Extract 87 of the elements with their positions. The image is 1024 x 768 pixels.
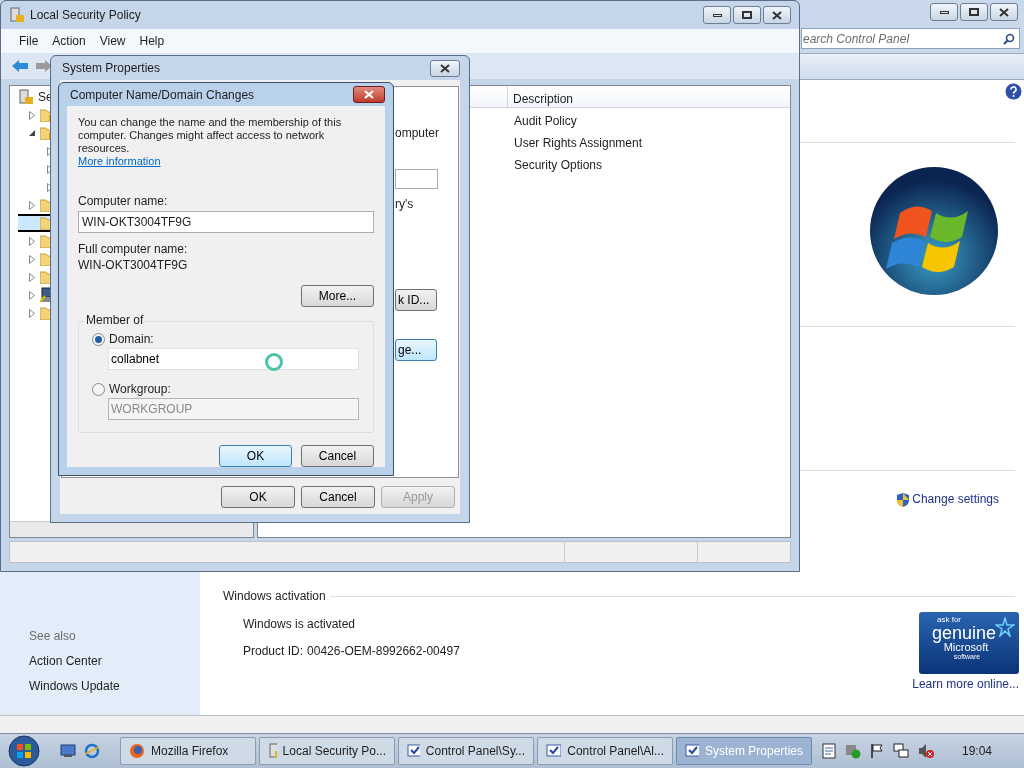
close-icon <box>999 7 1009 17</box>
flag-icon[interactable] <box>870 743 884 759</box>
window-check-icon <box>407 743 420 759</box>
label-text: ry's <box>395 196 414 213</box>
more-button[interactable]: More... <box>301 285 374 307</box>
minimize-button[interactable] <box>930 3 958 21</box>
document-icon[interactable] <box>822 743 836 759</box>
expand-arrow-icon[interactable] <box>29 110 35 120</box>
expand-arrow-icon[interactable] <box>29 200 35 210</box>
close-button[interactable] <box>763 6 791 24</box>
close-button[interactable] <box>430 59 460 77</box>
taskbar-button[interactable]: Local Security Po... <box>259 737 395 765</box>
section-heading: Windows activation <box>223 588 326 605</box>
server-lock-icon <box>9 7 25 23</box>
close-icon <box>440 63 450 73</box>
menu-item[interactable]: Action <box>52 32 86 50</box>
sidebar-link[interactable]: Windows Update <box>29 677 200 695</box>
network-icon[interactable] <box>893 743 909 759</box>
change-settings-link[interactable]: Change settings <box>896 490 999 508</box>
busy-cursor-icon <box>264 352 284 372</box>
window-title: System Properties <box>61 60 161 77</box>
dialog-button[interactable]: Cancel <box>301 486 375 508</box>
collapse-arrow-icon[interactable] <box>28 129 36 137</box>
list-item[interactable]: User Rights Assignment <box>514 134 790 152</box>
server-lock-icon <box>268 743 277 759</box>
close-icon <box>772 10 782 20</box>
search-icon <box>1003 32 1015 45</box>
text-field[interactable] <box>395 169 438 189</box>
server-lock-icon <box>18 89 34 105</box>
minimize-button[interactable] <box>703 6 731 24</box>
badge-text: Microsoft <box>943 642 989 653</box>
menu-item[interactable]: View <box>99 32 126 50</box>
text-field[interactable]: collabnet <box>108 348 359 370</box>
column-header[interactable]: Description <box>508 86 574 107</box>
list-item[interactable]: Audit Policy <box>514 112 790 130</box>
see-also-heading: See also <box>29 628 77 645</box>
close-button[interactable] <box>353 86 385 103</box>
full-computer-name: WIN-OKT3004TF9G <box>78 259 189 272</box>
menu-item[interactable]: File <box>19 32 39 50</box>
window-title: Computer Name/Domain Changes <box>69 86 255 104</box>
field-label: Full computer name: <box>78 243 189 256</box>
activation-status: Windows is activated <box>243 616 357 633</box>
learn-more-link[interactable]: Learn more online... <box>912 675 1019 693</box>
maximize-button[interactable] <box>960 3 988 21</box>
badge-text: ask for <box>937 616 961 624</box>
maximize-button[interactable] <box>733 6 761 24</box>
close-button[interactable] <box>990 3 1018 21</box>
taskbar-button[interactable]: Control Panel\Sy... <box>398 737 534 765</box>
change-button[interactable]: ge... <box>395 339 437 361</box>
desktop-icon[interactable] <box>60 744 76 758</box>
dialog-button[interactable]: Cancel <box>301 445 374 467</box>
back-arrow-icon[interactable] <box>11 59 29 73</box>
clock[interactable]: 19:04 <box>962 742 993 760</box>
window-check-icon <box>546 743 562 759</box>
scrollbar[interactable] <box>10 521 253 537</box>
radio-option[interactable]: Domain: <box>92 333 154 346</box>
computer-name-field[interactable]: WIN-OKT3004TF9G <box>78 211 374 233</box>
change-button[interactable]: k ID... <box>395 289 437 311</box>
product-id: 00426-OEM-8992662-00497 <box>307 643 460 660</box>
globe-icon <box>129 743 145 759</box>
taskbar-button[interactable]: Mozilla Firefox <box>120 737 256 765</box>
search-input[interactable]: earch Control Panel <box>803 29 1003 48</box>
start-orb-icon <box>8 735 40 767</box>
star-icon <box>995 617 1015 637</box>
window-check-icon <box>685 743 699 759</box>
search-field[interactable]: earch Control Panel <box>801 28 1020 49</box>
group-label: Member of <box>84 314 146 327</box>
dialog-button[interactable]: OK <box>221 486 295 508</box>
sidebar-link[interactable]: Action Center <box>29 652 200 670</box>
shield-icon <box>896 491 911 507</box>
window-title: Local Security Policy <box>30 7 141 24</box>
badge-text: genuine <box>931 624 997 642</box>
taskbar-button[interactable]: Control Panel\Al... <box>537 737 673 765</box>
label-text: omputer <box>395 125 440 142</box>
list-item[interactable]: Security Options <box>514 156 790 174</box>
close-icon <box>364 90 374 99</box>
intro-text: You can change the name and the membership of this computer. Changes might affect access to network resources. <box>78 116 343 155</box>
globe-icon[interactable] <box>84 743 100 759</box>
field-label: Computer name: <box>78 195 169 208</box>
help-icon[interactable] <box>1005 83 1022 100</box>
product-id-label: Product ID: <box>243 643 304 660</box>
dialog-button[interactable]: OK <box>219 445 292 467</box>
menu-item[interactable]: Help <box>139 32 165 50</box>
forward-arrow-icon[interactable] <box>35 59 53 73</box>
radio-option[interactable]: Workgroup: <box>92 383 171 396</box>
speaker-muted-icon[interactable] <box>918 743 934 759</box>
more-information-link[interactable]: More information <box>78 155 161 168</box>
